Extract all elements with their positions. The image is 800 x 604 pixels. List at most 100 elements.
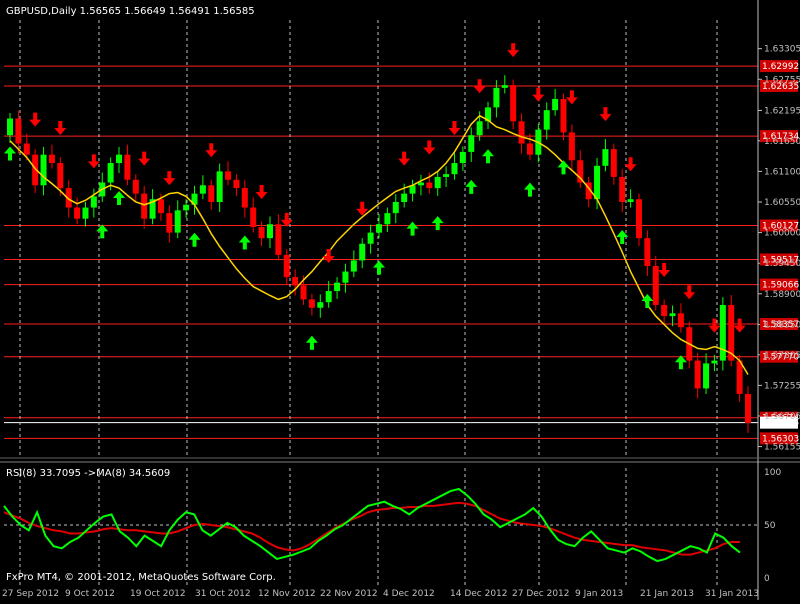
symbol-header: GBPUSD,Daily 1.56565 1.56649 1.56491 1.5…: [6, 6, 255, 17]
y-tick-label: 1.62755: [764, 75, 800, 85]
up-arrow-icon: [674, 355, 687, 370]
x-tick-label: 31 Jan 2013: [705, 589, 759, 599]
up-arrow-icon: [465, 179, 478, 194]
candle-body: [417, 182, 424, 186]
y-tick-label: 1.56155: [764, 443, 800, 453]
candle-body: [157, 199, 164, 214]
down-arrow-icon: [138, 151, 151, 166]
candle-body: [82, 207, 89, 219]
candle-body: [241, 188, 248, 208]
candle-body: [594, 165, 601, 200]
down-arrow-icon: [448, 121, 461, 136]
candle-body: [459, 151, 466, 164]
candle-body: [342, 271, 349, 283]
down-arrow-icon: [473, 79, 486, 94]
candle-body: [266, 224, 273, 239]
candle-body: [23, 143, 30, 155]
down-arrow-icon: [29, 112, 42, 127]
down-arrow-icon: [683, 285, 696, 300]
y-tick-label: 1.57805: [764, 351, 800, 361]
down-arrow-icon: [54, 121, 67, 136]
up-arrow-icon: [482, 149, 495, 164]
candle-body: [501, 85, 508, 88]
candle-body: [434, 176, 441, 189]
up-arrow-icon: [431, 216, 444, 231]
rsi-ma-line: [3, 501, 740, 556]
down-arrow-icon: [733, 318, 746, 333]
candle-body: [560, 99, 567, 133]
candle-body: [543, 110, 550, 130]
rsi-y-tick-label: 100: [764, 468, 781, 478]
up-arrow-icon: [305, 335, 318, 350]
candle-body: [627, 199, 634, 202]
candle-body: [90, 196, 97, 208]
candle-body: [275, 224, 282, 255]
y-tick-label: 1.58350: [764, 320, 800, 330]
y-tick-label: 1.57255: [764, 381, 800, 391]
candle-body: [124, 154, 131, 180]
y-tick-label: 1.61650: [764, 137, 800, 147]
candle-body: [619, 176, 626, 202]
candle-body: [132, 179, 139, 194]
x-tick-label: 9 Oct 2012: [65, 589, 115, 599]
candle-body: [283, 254, 290, 278]
candle-body: [736, 360, 743, 394]
down-arrow-icon: [565, 90, 578, 105]
y-tick-label: 1.56705: [764, 412, 800, 422]
candle-body: [225, 171, 232, 180]
candle-body: [493, 87, 500, 108]
down-arrow-icon: [658, 262, 671, 277]
candle-body: [694, 360, 701, 389]
candle-body: [552, 99, 559, 111]
x-tick-label: 27 Sep 2012: [2, 589, 59, 599]
candle-body: [334, 282, 341, 292]
ma-line: [9, 114, 749, 375]
candle-body: [233, 179, 240, 189]
x-tick-label: 27 Dec 2012: [512, 589, 570, 599]
candle-body: [644, 238, 651, 266]
y-tick-label: 1.61100: [764, 167, 800, 177]
candle-body: [635, 199, 642, 239]
candle-body: [677, 313, 684, 328]
candle-body: [317, 302, 324, 308]
candle-body: [216, 171, 223, 202]
chart-window[interactable]: 1.62992 1.62635 1.61734 1.60127 1.59517 1.590…: [0, 0, 800, 600]
candle-body: [350, 260, 357, 272]
chart-svg[interactable]: 1.629921.626351.617341.601271.595171.590…: [0, 0, 800, 600]
up-arrow-icon: [4, 146, 16, 161]
x-tick-label: 21 Jan 2013: [640, 589, 694, 599]
down-arrow-icon: [255, 185, 268, 200]
up-arrow-icon: [96, 224, 109, 239]
candle-body: [476, 121, 483, 136]
candle-body: [661, 304, 668, 317]
candle-body: [292, 277, 299, 286]
up-arrow-icon: [406, 221, 419, 236]
up-arrow-icon: [557, 160, 570, 175]
candle-body: [183, 204, 190, 211]
candle-body: [359, 243, 366, 261]
candle-body: [74, 207, 81, 219]
axes: [0, 0, 800, 600]
candle-body: [7, 118, 13, 136]
candle-body: [711, 360, 718, 364]
candle-body: [15, 118, 22, 144]
candle-body: [199, 185, 206, 194]
candle-body: [468, 135, 475, 152]
candle-body: [376, 224, 382, 233]
up-arrow-icon: [188, 232, 201, 247]
up-arrow-icon: [113, 191, 126, 206]
moving-average: [9, 114, 749, 375]
y-tick-label: 1.60000: [764, 229, 800, 239]
candle-body: [745, 393, 751, 423]
x-tick-label: 22 Nov 2012: [320, 589, 378, 599]
copyright-text: FxPro MT4, © 2001-2012, MetaQuotes Softw…: [6, 572, 276, 583]
x-tick-label: 19 Oct 2012: [130, 589, 186, 599]
candle-body: [443, 174, 450, 177]
candle-body: [426, 182, 433, 189]
x-tick-label: 9 Jan 2013: [575, 589, 623, 599]
up-arrow-icon: [238, 235, 251, 250]
down-arrow-icon: [163, 171, 176, 186]
grid-lines: [19, 20, 718, 588]
candle-body: [141, 193, 148, 219]
candle-body: [208, 185, 215, 202]
